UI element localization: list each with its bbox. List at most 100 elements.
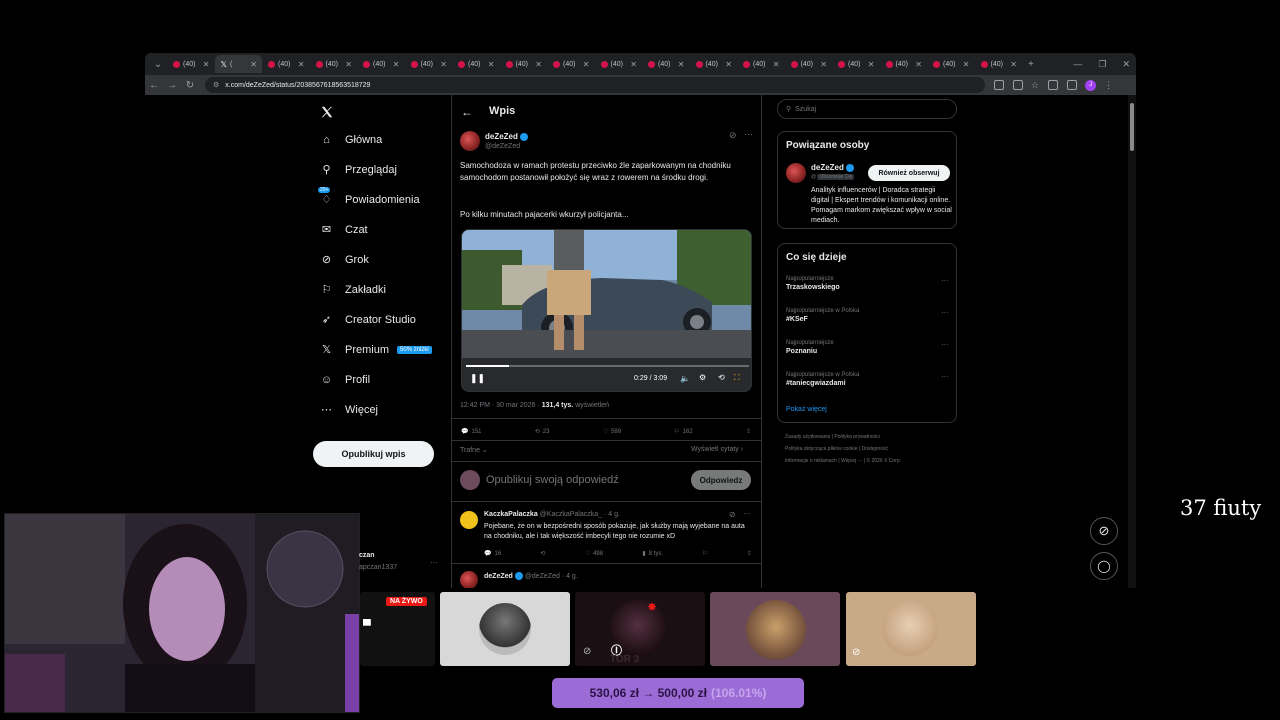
browser-tab[interactable]: (40) ✕ — [927, 55, 975, 73]
star-icon[interactable]: ☆ — [1031, 80, 1039, 91]
share-button[interactable]: ⇪ — [747, 550, 752, 557]
profile-icon[interactable]: J — [1085, 79, 1097, 91]
more-icon[interactable]: ··· — [743, 509, 751, 518]
reply-submit-button[interactable]: Odpowiedz — [691, 470, 751, 490]
close-window-icon[interactable]: ✕ — [1122, 59, 1130, 70]
footer-link[interactable]: Informacje o reklamach — [785, 458, 837, 464]
publish-button[interactable]: Opublikuj wpis — [313, 441, 434, 467]
nav-item-zakładki[interactable]: ⚐ Zakładki — [320, 283, 386, 297]
reply-author[interactable]: KaczkaPalaczka @KaczkaPalaczka_ · 4 g. — [484, 511, 620, 518]
more-icon[interactable]: ··· — [941, 308, 949, 317]
tab-close-icon[interactable]: ✕ — [1010, 60, 1017, 69]
grok-icon[interactable]: ⊘ — [729, 510, 736, 519]
browser-tab[interactable]: (40) ✕ — [785, 55, 833, 73]
views-button[interactable]: ▮ 8 tys. — [642, 550, 663, 558]
trend-item[interactable]: Najpopularniejsze w Polska #KSeF ··· — [786, 308, 949, 323]
video-player[interactable]: ❚❚ 0:29 / 3:09 🔈 ⚙ ⟲ ⛶ — [461, 229, 752, 392]
reply-button[interactable]: 💬 151 — [461, 428, 482, 436]
browser-tab[interactable]: (40) ✕ — [975, 55, 1023, 73]
repost-button[interactable]: ⟲ 23 — [535, 428, 550, 436]
who-name[interactable]: deZeZed — [811, 163, 854, 172]
new-tab-icon[interactable]: + — [1028, 59, 1034, 70]
tab-close-icon[interactable]: ✕ — [773, 60, 780, 69]
tab-close-icon[interactable]: ✕ — [583, 60, 590, 69]
media-icon[interactable] — [1067, 80, 1078, 90]
site-info-icon[interactable]: ⚙ — [213, 81, 219, 89]
who-avatar[interactable] — [786, 163, 806, 183]
nav-item-powiadomienia[interactable]: ♢ 20+ Powiadomienia — [318, 187, 420, 206]
scrollbar-thumb[interactable] — [1130, 103, 1134, 151]
more-icon[interactable]: ··· — [941, 372, 949, 381]
more-icon[interactable]: ··· — [744, 129, 753, 139]
nav-item-premium[interactable]: 𝕏 Premium 50% zniżki — [320, 343, 432, 356]
back-icon[interactable]: ← — [145, 80, 163, 91]
search-input[interactable]: ⚲ Szukaj — [777, 99, 957, 119]
maximize-icon[interactable]: ❐ — [1098, 59, 1106, 70]
reply-author[interactable]: deZeZed @deZeZed · 4 g. — [484, 572, 578, 580]
footer-link[interactable]: Dostępność — [862, 446, 888, 452]
fullscreen-icon[interactable]: ⛶ — [734, 373, 740, 383]
nav-item-przeglądaj[interactable]: ⚲ Przeglądaj — [320, 163, 397, 177]
grok-fab-icon[interactable]: ⊘ — [1090, 517, 1118, 545]
cast-icon[interactable] — [1013, 80, 1023, 90]
bookmark-button[interactable]: ⚐ — [702, 550, 707, 557]
browser-tab[interactable]: (40) ✕ — [595, 55, 643, 73]
chat-fab-icon[interactable]: ◯ — [1090, 552, 1118, 580]
nav-item-grok[interactable]: ⊘ Grok — [320, 253, 369, 267]
more-icon[interactable]: ··· — [941, 276, 949, 285]
browser-tab[interactable]: (40) ✕ — [167, 55, 215, 73]
browser-tab[interactable]: (40) ✕ — [452, 55, 500, 73]
tab-close-icon[interactable]: ✕ — [250, 60, 257, 69]
video-progress-track[interactable] — [466, 365, 749, 367]
tab-close-icon[interactable]: ✕ — [488, 60, 495, 69]
follow-back-button[interactable]: Również obserwuj — [868, 165, 950, 181]
tab-close-icon[interactable]: ✕ — [345, 60, 352, 69]
footer-link[interactable]: Zasady użytkowania — [785, 434, 830, 440]
browser-tab[interactable]: (40) ✕ — [405, 55, 453, 73]
grok-icon[interactable]: ⊘ — [729, 130, 737, 141]
tab-close-icon[interactable]: ✕ — [203, 60, 210, 69]
repost-button[interactable]: ⟲ — [540, 550, 545, 557]
browser-tab[interactable]: 𝕏(✕ — [214, 55, 262, 73]
like-button[interactable]: ♡ 498 — [585, 550, 603, 558]
volume-icon[interactable]: 🔈 — [680, 374, 690, 383]
show-more-link[interactable]: Pokaż więcej — [786, 406, 827, 413]
browser-tab[interactable]: (40) ✕ — [262, 55, 310, 73]
footer-link[interactable]: Więcej ··· — [841, 458, 862, 464]
nav-item-profil[interactable]: ☺ Profil — [320, 373, 370, 386]
author-avatar[interactable] — [460, 131, 480, 151]
bookmark-button[interactable]: ⚐ 162 — [674, 428, 692, 436]
account-more-icon[interactable]: ··· — [430, 558, 438, 567]
view-quotes-link[interactable]: Wyświetl cytaty › — [691, 446, 743, 453]
translate-icon[interactable] — [994, 80, 1004, 90]
tab-close-icon[interactable]: ✕ — [820, 60, 827, 69]
browser-tab[interactable]: (40) ✕ — [357, 55, 405, 73]
author-handle[interactable]: @deZeZed — [485, 143, 520, 150]
nav-item-więcej[interactable]: ⋯ Więcej — [320, 403, 378, 417]
tab-close-icon[interactable]: ✕ — [440, 60, 447, 69]
tab-close-icon[interactable]: ✕ — [915, 60, 922, 69]
author-name[interactable]: deZeZed — [485, 132, 528, 141]
extensions-icon[interactable] — [1048, 80, 1059, 90]
browser-tab[interactable]: (40) ✕ — [310, 55, 358, 73]
browser-tab[interactable]: (40) ✕ — [690, 55, 738, 73]
nav-item-czat[interactable]: ✉ Czat — [320, 223, 368, 237]
back-arrow-icon[interactable]: ← — [461, 105, 473, 119]
tab-close-icon[interactable]: ✕ — [298, 60, 305, 69]
footer-link[interactable]: Polityka dotycząca plików cookie — [785, 446, 858, 452]
pause-icon[interactable]: ❚❚ — [470, 373, 485, 384]
url-field[interactable]: ⚙ x.com/deZeZed/status/20385676185635187… — [205, 77, 985, 93]
footer-link[interactable]: Polityka prywatności — [834, 434, 879, 440]
tab-close-icon[interactable]: ✕ — [868, 60, 875, 69]
browser-tab[interactable]: (40) ✕ — [832, 55, 880, 73]
footer-link[interactable]: © 2026 X Corp. — [867, 458, 902, 464]
share-button[interactable]: ⇪ — [746, 428, 751, 435]
minimize-icon[interactable]: — — [1073, 59, 1082, 69]
tab-close-icon[interactable]: ✕ — [963, 60, 970, 69]
reload-icon[interactable]: ↻ — [181, 80, 199, 91]
more-icon[interactable]: ··· — [941, 340, 949, 349]
nav-item-creator-studio[interactable]: ➶ Creator Studio — [320, 313, 416, 327]
scrollbar[interactable] — [1128, 95, 1136, 588]
trend-item[interactable]: Najpopularniejsze Poznaniu ··· — [786, 340, 949, 355]
x-logo-icon[interactable] — [320, 105, 334, 119]
